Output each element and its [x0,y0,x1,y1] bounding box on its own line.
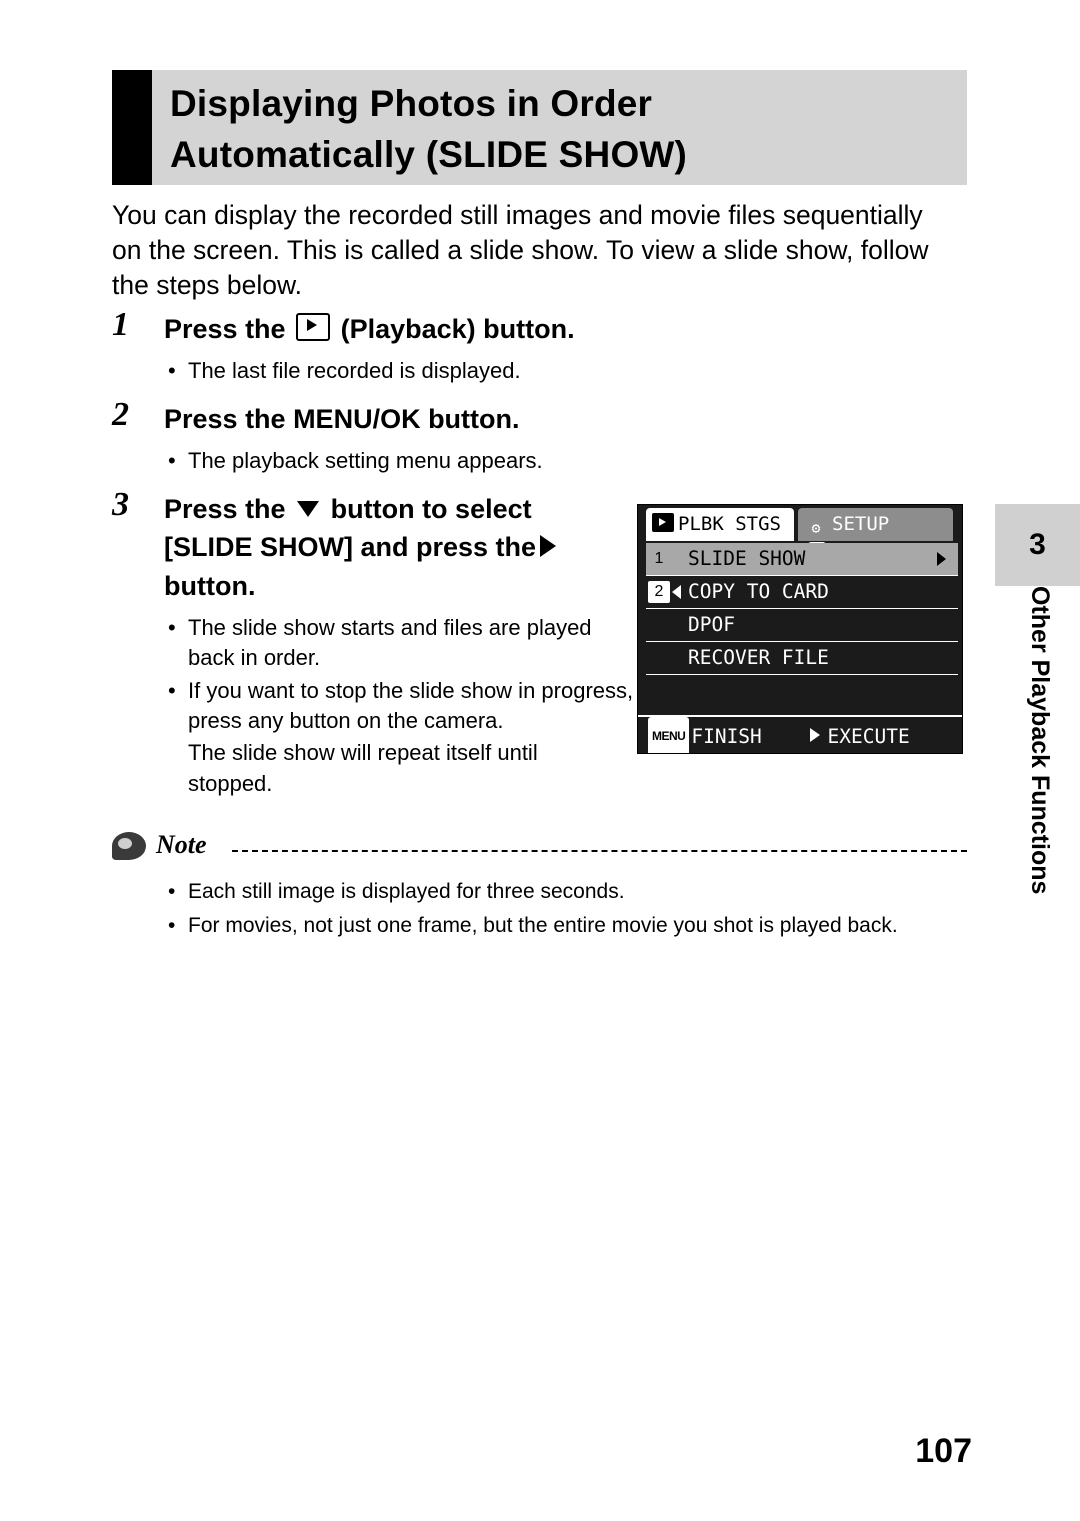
note-section: Note Each still image is displayed for t… [112,830,967,943]
lcd-menu-item-empty [646,675,958,707]
step-3-title: Press the button to select [SLIDE SHOW] … [164,490,642,605]
lcd-tab-inactive-label: SETUP [832,513,890,535]
lcd-row-badge-2: 2 [648,581,670,603]
step-1-number: 1 [112,306,129,343]
triangle-down-icon [297,501,320,517]
camera-lcd-screenshot: PLBK STGS ⚙ SETUP 1 SLIDE SHOW 2 COPY TO … [637,504,963,754]
lcd-footer-finish-label: FINISH [691,725,762,748]
step-1-body: The last file recorded is displayed. [164,356,972,387]
note-label: Note [156,830,207,859]
step-3-bullet-1: The slide show starts and files are play… [164,613,642,674]
page-number: 107 [915,1432,972,1470]
lcd-menu-item-dpof[interactable]: DPOF [646,609,958,642]
chapter-title-text: Other Playback Functions [1026,586,1054,895]
lcd-tab-active-label: PLBK STGS [678,513,781,535]
lcd-menu-item-copy-to-card-label: COPY TO CARD [688,580,829,603]
step-2-number: 2 [112,396,129,433]
page-title: Displaying Photos in Order Automatically… [170,78,960,180]
intro-paragraph: You can display the recorded still image… [112,200,929,301]
lcd-menu-item-recover-file-label: RECOVER FILE [688,646,829,669]
note-divider [232,850,967,852]
note-icon [112,832,146,860]
chevron-right-icon [937,552,946,566]
step-1-title-post: (Playback) button. [340,314,575,344]
lcd-menu-list: 1 SLIDE SHOW 2 COPY TO CARD DPOF RECOVER… [646,543,958,707]
step-1-bullet-1: The last file recorded is displayed. [164,356,972,387]
step-1-title: Press the (Playback) button. [164,310,972,348]
lcd-tab-playback-settings[interactable]: PLBK STGS [646,508,794,541]
page-header: Displaying Photos in Order Automatically… [112,70,967,185]
step-1: 1 Press the (Playback) button. The last … [112,306,972,389]
page-title-line2: Automatically (SLIDE SHOW) [170,134,688,176]
step-3: 3 Press the button to select [SLIDE SHOW… [112,486,642,799]
chapter-title-vertical: Other Playback Functions [1022,586,1062,966]
step-1-title-pre: Press the [164,314,286,344]
step-2-title: Press the MENU/OK button. [164,404,520,434]
step-3-bullet-2: If you want to stop the slide show in pr… [164,676,642,737]
menu-button-icon: MENU [648,717,690,753]
chapter-tab: 3 [995,504,1080,586]
lcd-row-badge-1: 1 [654,550,664,567]
chapter-number: 3 [1029,528,1046,561]
step-3-title-part3: [SLIDE SHOW] and press the [164,532,537,563]
step-3-title-part4: button. [164,570,256,601]
lcd-menu-item-slide-show[interactable]: 1 SLIDE SHOW [646,543,958,576]
step-3-body: The slide show starts and files are play… [164,613,642,799]
lcd-menu-item-slide-show-label: SLIDE SHOW [688,547,806,570]
step-2-bullet-1: The playback setting menu appears. [164,446,972,477]
triangle-right-icon [540,535,557,558]
lcd-menu-item-dpof-label: DPOF [688,613,735,636]
lcd-footer-bar: MENU FINISH EXECUTE [638,715,962,753]
note-bullet-2: For movies, not just one frame, but the … [164,910,967,942]
step-3-title-part1: Press the [164,494,286,524]
step-3-number: 3 [112,486,129,523]
step-3-title-part2: button to select [330,494,532,524]
step-3-extra-line-1: The slide show will repeat itself until [188,740,538,766]
lcd-tab-setup[interactable]: ⚙ SETUP [798,508,953,541]
wrench-icon: ⚙ [811,519,821,537]
note-body: Each still image is displayed for three … [164,876,967,941]
step-3-extra-line-2: stopped. [188,770,273,796]
note-bullet-1: Each still image is displayed for three … [164,876,967,908]
lcd-menu-item-copy-to-card[interactable]: 2 COPY TO CARD [646,576,958,609]
page-title-line1: Displaying Photos in Order [170,83,653,124]
step-2: 2 Press the MENU/OK button. The playback… [112,396,972,479]
playback-icon [296,313,331,341]
lcd-footer-execute-label: EXECUTE [827,725,910,748]
lcd-tab-bar: PLBK STGS ⚙ SETUP [638,505,962,543]
playback-icon-small [652,513,674,532]
lcd-menu-item-recover-file[interactable]: RECOVER FILE [646,642,958,675]
header-black-bar [112,70,152,185]
step-2-body: The playback setting menu appears. [164,446,972,477]
note-header: Note [112,830,967,864]
chevron-left-icon [672,585,681,599]
triangle-right-icon-small [809,728,820,742]
